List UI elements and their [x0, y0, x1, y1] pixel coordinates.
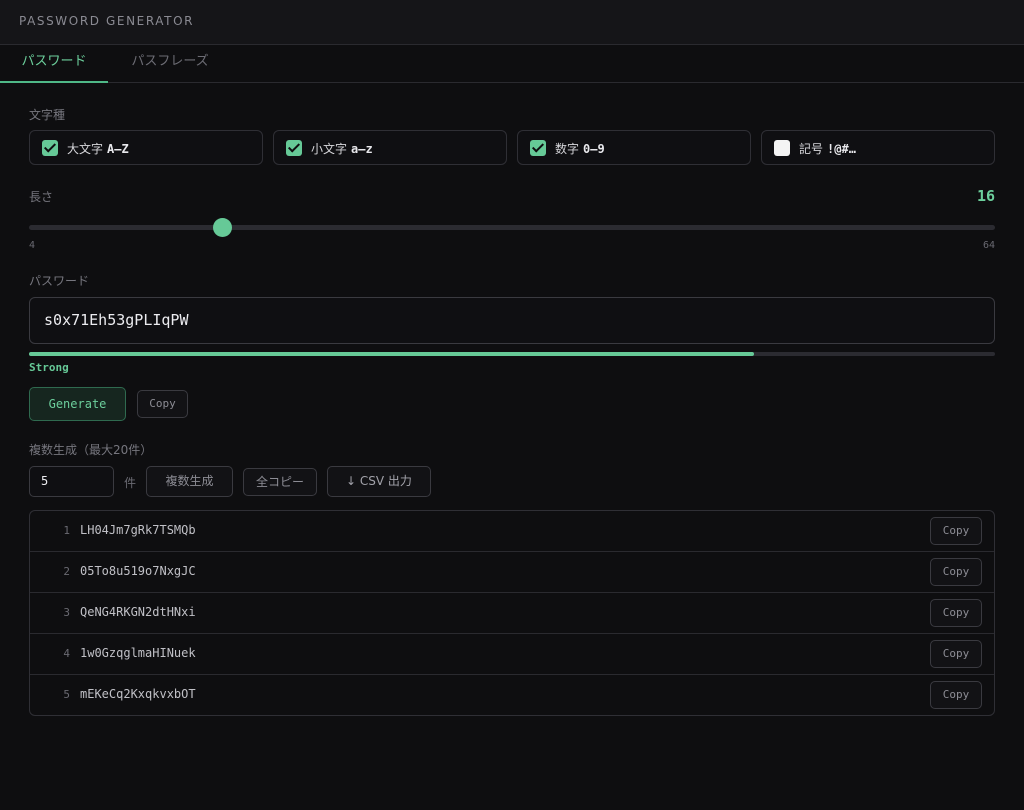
charset-option-label: 数字 0–9 [555, 142, 605, 156]
length-min: 4 [29, 240, 36, 251]
strength-meter-fill [29, 352, 754, 356]
charset-uppercase-option[interactable]: 大文字 A–Z [29, 130, 263, 165]
tab-password[interactable]: パスワード [0, 45, 108, 83]
list-item-password: 05To8u519o7NxgJC [80, 564, 196, 578]
list-item-index: 2 [63, 565, 70, 578]
list-item-index: 1 [63, 524, 70, 537]
charset-digits-option[interactable]: 数字 0–9 [517, 130, 751, 165]
list-item-copy-button[interactable]: Copy [930, 640, 982, 668]
charset-label: 文字種 [29, 108, 66, 122]
csv-export-button[interactable]: ↓ CSV 出力 [327, 466, 431, 497]
strength-meter [29, 352, 995, 356]
checkbox-checked-icon[interactable] [286, 140, 302, 156]
list-item-copy-button[interactable]: Copy [930, 517, 982, 545]
list-item-copy-button[interactable]: Copy [930, 558, 982, 586]
copy-button[interactable]: Copy [137, 390, 188, 418]
app-title: PASSWORD GENERATOR [19, 14, 195, 28]
tab-bar: パスワード パスフレーズ [0, 45, 1024, 83]
list-item-password: 1w0GzqglmaHINuek [80, 646, 196, 660]
charset-option-label: 小文字 a–z [311, 142, 373, 156]
copy-all-button[interactable]: 全コピー [243, 468, 317, 496]
list-item-copy-button[interactable]: Copy [930, 681, 982, 709]
bulk-count-input[interactable]: 5 [29, 466, 114, 497]
list-item: 1 LH04Jm7gRk7TSMQb Copy [30, 511, 994, 552]
list-item-copy-button[interactable]: Copy [930, 599, 982, 627]
list-item-password: LH04Jm7gRk7TSMQb [80, 523, 196, 537]
length-max: 64 [982, 240, 995, 251]
charset-symbols-option[interactable]: 記号 !@#… [761, 130, 995, 165]
strength-label: Strong [29, 361, 69, 374]
list-item: 2 05To8u519o7NxgJC Copy [30, 552, 994, 593]
app-header: PASSWORD GENERATOR [0, 0, 1024, 45]
list-item: 4 1w0GzqglmaHINuek Copy [30, 634, 994, 675]
bulk-label: 複数生成（最大20件） [29, 443, 153, 457]
list-item: 5 mEKeCq2KxqkvxbOT Copy [30, 675, 994, 716]
length-slider-track[interactable] [29, 225, 995, 230]
charset-option-label: 記号 !@#… [799, 142, 856, 156]
password-label: パスワード [29, 274, 90, 288]
list-item-index: 4 [63, 647, 70, 660]
checkbox-checked-icon[interactable] [530, 140, 546, 156]
checkbox-unchecked-icon[interactable] [774, 140, 790, 156]
charset-option-label: 大文字 A–Z [67, 142, 129, 156]
charset-lowercase-option[interactable]: 小文字 a–z [273, 130, 507, 165]
bulk-count-unit: 件 [124, 476, 137, 490]
list-item-index: 3 [63, 606, 70, 619]
tab-passphrase[interactable]: パスフレーズ [118, 45, 222, 83]
list-item-index: 5 [63, 688, 70, 701]
checkbox-checked-icon[interactable] [42, 140, 58, 156]
list-item-password: QeNG4RKGN2dtHNxi [80, 605, 196, 619]
password-output-field[interactable]: s0x71Eh53gPLIqPW [29, 297, 995, 344]
list-item: 3 QeNG4RKGN2dtHNxi Copy [30, 593, 994, 634]
generate-button[interactable]: Generate [29, 387, 126, 421]
results-list: 1 LH04Jm7gRk7TSMQb Copy 2 05To8u519o7Nxg… [29, 510, 995, 716]
length-value: 16 [976, 187, 995, 205]
length-slider-thumb[interactable] [212, 218, 232, 237]
length-label: 長さ [29, 190, 54, 204]
bulk-generate-button[interactable]: 複数生成 [146, 466, 233, 497]
list-item-password: mEKeCq2KxqkvxbOT [80, 687, 196, 701]
